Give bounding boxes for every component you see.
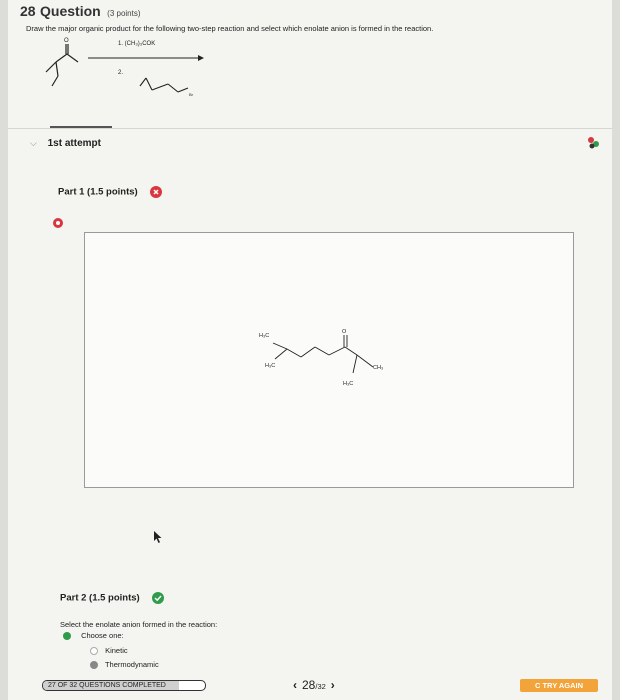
- progress-text: 27 OF 32 QUESTIONS COMPLETED: [48, 682, 166, 689]
- h3c-label-2: H₃C: [265, 363, 275, 369]
- question-points: (3 points): [107, 9, 141, 18]
- attempt-label: 1st attempt: [47, 138, 101, 149]
- current-page: 28: [302, 678, 316, 692]
- section-divider: [8, 128, 612, 129]
- cursor-icon: [154, 531, 162, 543]
- x-circle-icon: [150, 186, 163, 198]
- error-indicator-icon: [53, 218, 63, 228]
- chevron-right-icon[interactable]: ›: [331, 678, 335, 692]
- question-number: 28: [20, 3, 36, 19]
- part1-header: Part 1 (1.5 points): [58, 186, 163, 198]
- reaction-scheme: O 1. (CH₃)₃COK 2. Br: [45, 38, 204, 97]
- part2-instruction: Select the enolate anion formed in the r…: [60, 620, 218, 629]
- pagination: ‹ 28/32 ›: [288, 678, 340, 692]
- attempt-toggle[interactable]: ⌵ 1st attempt: [30, 138, 101, 149]
- option-kinetic[interactable]: Kinetic: [90, 646, 128, 656]
- h3c-label-3: H₃C: [343, 381, 353, 387]
- bromine-label: Br: [189, 92, 194, 97]
- choose-one-label: Choose one:: [81, 631, 124, 640]
- molecule-icon[interactable]: [586, 136, 600, 150]
- part2-label: Part 2: [60, 592, 87, 604]
- question-page: 28 Question (3 points) Draw the major or…: [8, 0, 612, 700]
- option-thermodynamic-label: Thermodynamic: [104, 660, 159, 669]
- choose-one-row: Choose one:: [63, 631, 124, 641]
- check-circle-icon: [152, 592, 165, 604]
- ketone-oxygen: O: [64, 38, 69, 44]
- ketone-structure: [45, 44, 79, 87]
- alkyl-bromide-structure: [139, 77, 189, 93]
- radio-thermodynamic[interactable]: [90, 661, 98, 670]
- try-again-button[interactable]: C TRY AGAIN: [520, 679, 598, 692]
- carbonyl-oxygen: O: [342, 329, 347, 335]
- option-kinetic-label: Kinetic: [105, 646, 128, 655]
- total-pages: /32: [315, 682, 326, 691]
- part2-points: (1.5 points): [89, 592, 140, 604]
- drawing-canvas[interactable]: H₃C H₃C O CH₃ H₃C: [84, 232, 574, 488]
- part2-header: Part 2 (1.5 points): [60, 592, 165, 604]
- part1-points: (1.5 points): [87, 186, 138, 198]
- ch3-label: CH₃: [373, 365, 383, 371]
- chevron-left-icon[interactable]: ‹: [293, 678, 297, 692]
- chevron-down-icon: ⌵: [30, 138, 37, 148]
- reagent-step1: 1. (CH₃)₃COK: [118, 41, 155, 47]
- radio-kinetic[interactable]: [90, 647, 98, 656]
- progress-bar: 27 OF 32 QUESTIONS COMPLETED: [42, 680, 206, 691]
- product-structure: H₃C H₃C O CH₃ H₃C: [259, 329, 383, 387]
- reagent-step2: 2.: [118, 70, 123, 76]
- small-check-icon: [63, 632, 71, 641]
- question-header: 28 Question (3 points): [20, 3, 141, 21]
- question-word: Question: [40, 3, 101, 19]
- reaction-arrowhead: [198, 55, 204, 61]
- part1-label: Part 1: [58, 186, 85, 198]
- h3c-label-1: H₃C: [259, 333, 269, 339]
- option-thermodynamic[interactable]: Thermodynamic: [90, 660, 159, 670]
